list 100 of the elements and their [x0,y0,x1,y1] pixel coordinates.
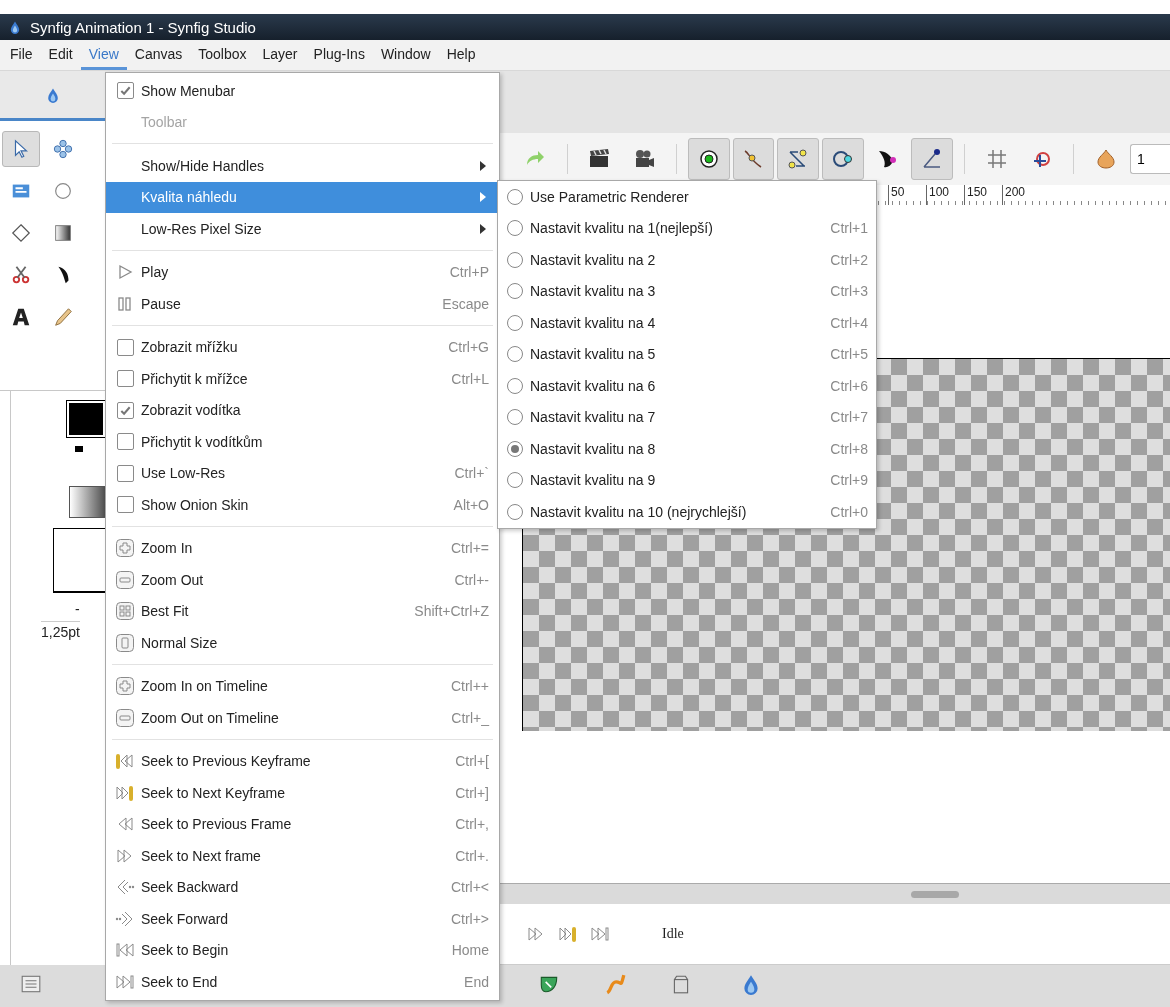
radio-button[interactable] [507,251,523,268]
menu-item[interactable]: Play Ctrl+P [106,256,499,288]
menu-item[interactable]: Zobrazit vodítka [106,394,499,426]
menu-item[interactable]: Seek to Previous Keyframe Ctrl+[ [106,745,499,777]
menu-item[interactable]: Show Onion Skin Alt+O [106,489,499,521]
radio-button[interactable] [507,220,523,237]
menu-bar-item[interactable]: Canvas [126,40,191,70]
link-handles-button[interactable] [777,138,819,180]
zoom-in-icon [115,538,135,559]
shortcut-text: Ctrl+> [450,910,489,927]
status-text: Idle [662,926,684,942]
curve-button[interactable] [732,138,775,180]
menu-bar-item[interactable]: Plug-Ins [305,40,373,70]
checkbox[interactable] [116,82,134,100]
radio-button[interactable] [507,503,523,520]
zoom-out-icon [115,707,135,728]
menu-bar-item[interactable]: Layer [254,40,306,70]
checkbox[interactable] [116,496,134,514]
width-value[interactable]: 1,25pt [41,621,80,640]
menu-bar-item[interactable]: Toolbox [190,40,255,70]
shortcut-text: Ctrl+9 [830,472,868,489]
menu-item[interactable]: Seek to Next Keyframe Ctrl+] [106,777,499,809]
radio-button[interactable] [507,377,523,394]
menu-item[interactable]: Zobrazit mřížku Ctrl+G [106,331,499,363]
menu-bar-item[interactable]: Help [438,40,484,70]
radio-button[interactable] [507,346,523,363]
menu-item[interactable]: Seek Backward Ctrl+< [106,871,499,903]
shortcut-text: Ctrl+8 [830,440,868,457]
previous-keyframe-icon [115,751,135,772]
menu-item[interactable]: Nastavit kvalitu na 5 Ctrl+5 [498,338,876,370]
menu-item[interactable]: Seek to Next frame Ctrl+. [106,840,499,872]
shortcut-text: Ctrl+< [450,879,489,896]
menu-item[interactable]: Seek to Begin Home [106,934,499,966]
pointer-tool[interactable] [2,131,40,167]
radio-button[interactable] [507,440,523,457]
menu-item[interactable]: Best Fit Shift+Ctrl+Z [106,595,499,627]
menu-item[interactable]: Nastavit kvalitu na 7 Ctrl+7 [498,401,876,433]
radio-button[interactable] [507,472,523,489]
menu-item[interactable]: Zoom In Ctrl+= [106,532,499,564]
menu-bar-item[interactable]: Edit [40,40,81,70]
number-field[interactable]: 1 [1130,144,1170,174]
shortcut-text: Ctrl+2 [830,251,868,268]
shortcut-text: Ctrl++ [450,678,489,695]
menu-item[interactable]: Nastavit kvalitu na 4 Ctrl+4 [498,307,876,339]
menu-item[interactable]: Nastavit kvalitu na 10 (nejrychlejší) Ctrl+0 [498,496,876,528]
radio-button[interactable] [507,314,523,331]
checkbox[interactable] [116,338,134,356]
menu-item[interactable]: Seek to Previous Frame Ctrl+, [106,808,499,840]
shortcut-text: Ctrl+] [455,784,489,801]
radio-button[interactable] [507,409,523,426]
circle-handle-button[interactable] [822,138,864,180]
target-button[interactable] [688,138,730,180]
panel-icon[interactable] [20,973,42,995]
zoom-in-icon [115,676,135,697]
menu-item[interactable]: Zoom In on Timeline Ctrl++ [106,670,499,702]
shortcut-text: Shift+Ctrl+Z [414,603,489,620]
menu-item[interactable]: Zoom Out on Timeline Ctrl+_ [106,702,499,734]
curve-icon[interactable] [604,973,626,995]
menu-item[interactable]: Low-Res Pixel Size [106,213,499,245]
shortcut-text: Ctrl+P [449,264,489,281]
shortcut-text: Ctrl+7 [830,409,868,426]
menu-item[interactable]: Zoom Out Ctrl+- [106,564,499,596]
menu-item[interactable]: Nastavit kvalitu na 3 Ctrl+3 [498,275,876,307]
menu-item[interactable]: Pause Escape [106,288,499,320]
shortcut-text: Ctrl+G [448,339,489,356]
dock-tab[interactable] [0,71,105,121]
menu-item[interactable]: Přichytit k mřížce Ctrl+L [106,363,499,395]
menu-item[interactable]: Přichytit k vodítkům [106,426,499,458]
checkbox[interactable] [116,464,134,482]
menu-item[interactable]: Seek to End End [106,966,499,998]
menu-item[interactable]: Nastavit kvalitu na 9 Ctrl+9 [498,464,876,496]
pencil-icon [52,306,74,328]
menu-item[interactable]: Nastavit kvalitu na 1(nejlepší) Ctrl+1 [498,212,876,244]
menu-item[interactable]: Normal Size [106,627,499,659]
menu-item[interactable]: Nastavit kvalitu na 8 Ctrl+8 [498,433,876,465]
menu-item[interactable]: Use Parametric Renderer [498,181,876,213]
shortcut-text: Ctrl+= [450,540,489,557]
reset-colors-icon[interactable] [75,446,83,452]
menu-item[interactable]: Use Low-Res Ctrl+` [106,457,499,489]
pen-tool-button[interactable] [911,138,953,180]
radio-button[interactable] [507,188,523,205]
next-keyframe-icon[interactable] [558,924,578,944]
zoom-out-icon [115,569,135,590]
polygon-icon [10,222,32,244]
checkbox[interactable] [116,401,134,419]
menu-item[interactable]: Nastavit kvalitu na 2 Ctrl+2 [498,244,876,276]
menu-item[interactable]: Show/Hide Handles [106,150,499,182]
gradient-swatch[interactable] [69,486,108,518]
menu-item[interactable]: Nastavit kvalitu na 6 Ctrl+6 [498,370,876,402]
menu-bar-item[interactable]: File [2,40,41,70]
radio-button[interactable] [507,283,523,300]
checkbox[interactable] [116,370,134,388]
menu-bar-item[interactable]: Window [372,40,439,70]
checkbox[interactable] [116,433,134,451]
seek-end-icon[interactable] [590,924,610,944]
menu-item[interactable]: Show Menubar [106,75,499,107]
shortcut-text: Ctrl+, [455,816,489,833]
outline-color-swatch[interactable] [67,401,105,437]
resize-handle[interactable] [911,890,959,898]
menu-item[interactable]: Seek Forward Ctrl+> [106,903,499,935]
